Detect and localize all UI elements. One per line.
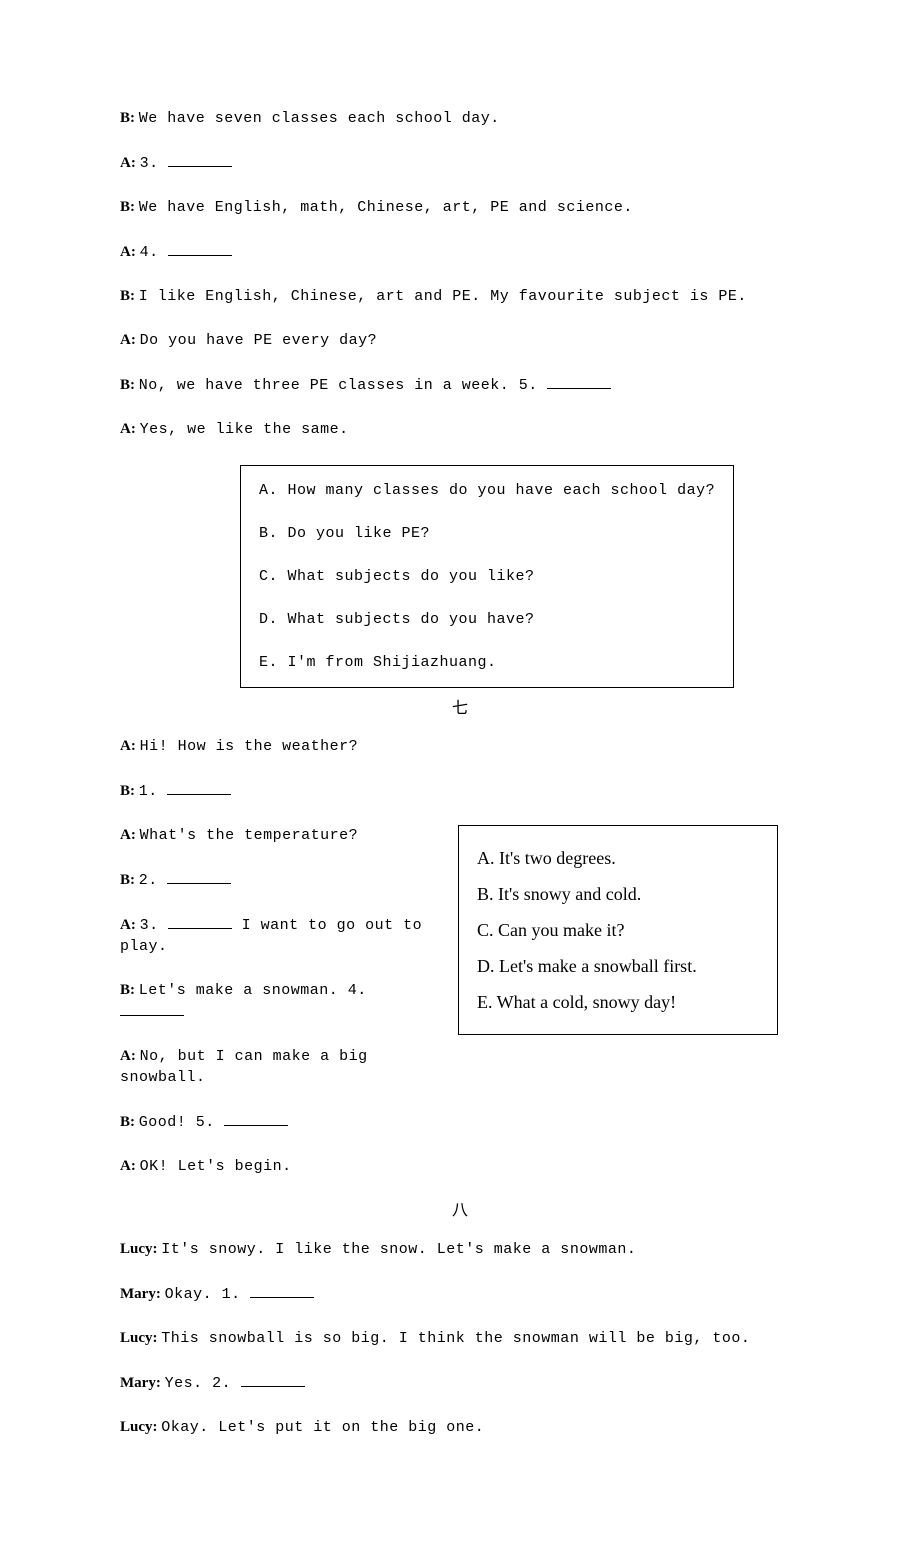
dialogue-text: No, we have three PE classes in a week. … xyxy=(139,377,548,394)
dialogue-text: Yes, we like the same. xyxy=(140,421,349,438)
option-e: E. What a cold, snowy day! xyxy=(477,984,759,1020)
speaker-label: A: xyxy=(120,244,136,260)
dialogue-line: B: Let's make a snowman. 4. xyxy=(120,980,430,1023)
dialogue-text: OK! Let's begin. xyxy=(140,1158,292,1175)
speaker-label: A: xyxy=(120,332,136,348)
dialogue-line: B: I like English, Chinese, art and PE. … xyxy=(120,286,800,307)
option-a: A. How many classes do you have each sch… xyxy=(259,480,715,501)
speaker-label: Mary: xyxy=(120,1286,161,1302)
two-column-row: A: What's the temperature? B: 2. A: 3. I… xyxy=(120,825,800,1111)
blank-prefix: 1. xyxy=(139,783,168,800)
dialogue-text: Yes. 2. xyxy=(165,1375,241,1392)
speaker-label: Lucy: xyxy=(120,1419,158,1435)
dialogue-line: A: OK! Let's begin. xyxy=(120,1156,800,1177)
option-c: C. Can you make it? xyxy=(477,912,759,948)
dialogue-line: B: We have seven classes each school day… xyxy=(120,108,800,129)
dialogue-line: Lucy: Okay. Let's put it on the big one. xyxy=(120,1417,800,1438)
dialogue-text: Good! 5. xyxy=(139,1114,225,1131)
dialogue-line: A: Do you have PE every day? xyxy=(120,330,800,351)
option-d: D. What subjects do you have? xyxy=(259,609,715,630)
dialogue-line: Lucy: It's snowy. I like the snow. Let's… xyxy=(120,1239,800,1260)
fill-blank[interactable] xyxy=(167,780,231,795)
dialogue-text: What's the temperature? xyxy=(140,827,359,844)
option-b: B. Do you like PE? xyxy=(259,523,715,544)
fill-blank[interactable] xyxy=(547,374,611,389)
dialogue-line: B: 1. xyxy=(120,780,800,802)
options-col: A. It's two degrees. B. It's snowy and c… xyxy=(458,825,778,1035)
dialogue-line: A: 3. xyxy=(120,152,800,174)
answer-options-box: A. It's two degrees. B. It's snowy and c… xyxy=(458,825,778,1035)
dialogue-text: Okay. 1. xyxy=(165,1286,251,1303)
speaker-label: B: xyxy=(120,872,135,888)
speaker-label: B: xyxy=(120,377,135,393)
option-e: E. I'm from Shijiazhuang. xyxy=(259,652,715,673)
blank-prefix: 4. xyxy=(140,244,169,261)
dialogue-text: Let's make a snowman. 4. xyxy=(139,982,367,999)
dialogue-text: Do you have PE every day? xyxy=(140,332,378,349)
dialogue-line: B: No, we have three PE classes in a wee… xyxy=(120,374,800,396)
speaker-label: A: xyxy=(120,917,136,933)
dialogue-text: We have seven classes each school day. xyxy=(139,110,500,127)
speaker-label: B: xyxy=(120,1114,135,1130)
dialogue-text: Okay. Let's put it on the big one. xyxy=(161,1419,484,1436)
dialogue-line: Mary: Okay. 1. xyxy=(120,1283,800,1305)
dialogue-line: B: We have English, math, Chinese, art, … xyxy=(120,197,800,218)
fill-blank[interactable] xyxy=(168,241,232,256)
speaker-label: B: xyxy=(120,110,135,126)
speaker-label: A: xyxy=(120,1048,136,1064)
fill-blank[interactable] xyxy=(241,1372,305,1387)
fill-blank[interactable] xyxy=(168,914,232,929)
dialogue-col: A: What's the temperature? B: 2. A: 3. I… xyxy=(120,825,430,1111)
speaker-label: A: xyxy=(120,827,136,843)
speaker-label: Mary: xyxy=(120,1375,161,1391)
option-a: A. It's two degrees. xyxy=(477,840,759,876)
speaker-label: A: xyxy=(120,738,136,754)
section-title-7: 七 xyxy=(120,698,800,720)
fill-blank[interactable] xyxy=(168,152,232,167)
dialogue-line: B: Good! 5. xyxy=(120,1111,800,1133)
dialogue-line: B: 2. xyxy=(120,869,430,891)
dialogue-line: Mary: Yes. 2. xyxy=(120,1372,800,1394)
dialogue-line: A: Hi! How is the weather? xyxy=(120,736,800,757)
dialogue-text: Hi! How is the weather? xyxy=(140,738,359,755)
fill-blank[interactable] xyxy=(167,869,231,884)
blank-prefix: 3. xyxy=(140,917,169,934)
speaker-label: Lucy: xyxy=(120,1330,158,1346)
dialogue-line: A: What's the temperature? xyxy=(120,825,430,846)
speaker-label: B: xyxy=(120,982,135,998)
dialogue-line: A: 4. xyxy=(120,241,800,263)
answer-options-box: A. How many classes do you have each sch… xyxy=(240,465,734,688)
dialogue-line: A: No, but I can make a big snowball. xyxy=(120,1046,430,1088)
dialogue-text: This snowball is so big. I think the sno… xyxy=(161,1330,750,1347)
dialogue-text: It's snowy. I like the snow. Let's make … xyxy=(161,1241,636,1258)
dialogue-line: A: Yes, we like the same. xyxy=(120,419,800,440)
dialogue-text: We have English, math, Chinese, art, PE … xyxy=(139,199,633,216)
dialogue-line: Lucy: This snowball is so big. I think t… xyxy=(120,1328,800,1349)
blank-prefix: 3. xyxy=(140,155,169,172)
speaker-label: B: xyxy=(120,288,135,304)
worksheet-page: B: We have seven classes each school day… xyxy=(0,0,920,1551)
speaker-label: A: xyxy=(120,1158,136,1174)
section-title-8: 八 xyxy=(120,1200,800,1222)
option-c: C. What subjects do you like? xyxy=(259,566,715,587)
dialogue-line: A: 3. I want to go out to play. xyxy=(120,914,430,957)
speaker-label: Lucy: xyxy=(120,1241,158,1257)
option-b: B. It's snowy and cold. xyxy=(477,876,759,912)
speaker-label: B: xyxy=(120,199,135,215)
speaker-label: A: xyxy=(120,155,136,171)
fill-blank[interactable] xyxy=(250,1283,314,1298)
speaker-label: B: xyxy=(120,783,135,799)
speaker-label: A: xyxy=(120,421,136,437)
fill-blank[interactable] xyxy=(120,1001,184,1016)
dialogue-text: No, but I can make a big snowball. xyxy=(120,1048,368,1086)
blank-prefix: 2. xyxy=(139,872,168,889)
option-d: D. Let's make a snowball first. xyxy=(477,948,759,984)
fill-blank[interactable] xyxy=(224,1111,288,1126)
dialogue-text: I like English, Chinese, art and PE. My … xyxy=(139,288,747,305)
